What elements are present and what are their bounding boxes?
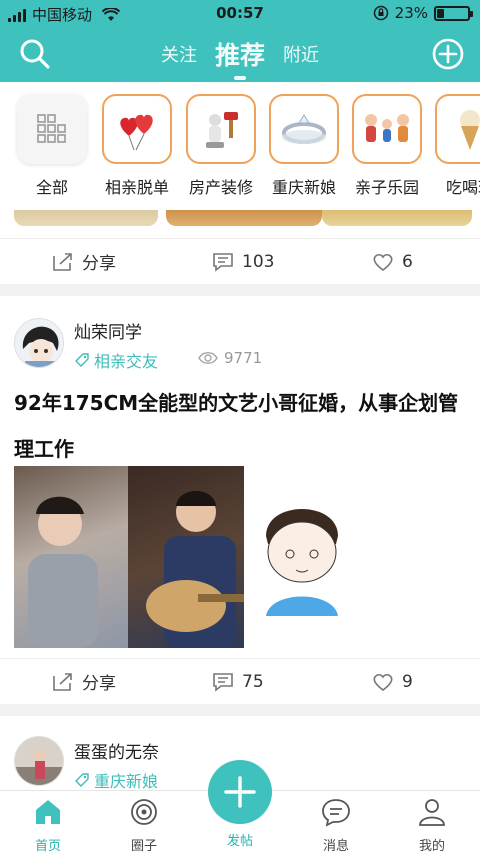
ice-cream-icon bbox=[435, 94, 480, 164]
tab-label: 消息 bbox=[322, 839, 349, 854]
topic-tag[interactable]: 重庆新娘 bbox=[74, 768, 158, 792]
comment-button[interactable]: 103 bbox=[212, 252, 274, 272]
comment-icon bbox=[213, 252, 233, 272]
home-icon bbox=[36, 800, 60, 824]
share-label: 分享 bbox=[82, 674, 116, 694]
category-label: 全部 bbox=[35, 178, 68, 197]
comment-icon bbox=[213, 672, 233, 692]
comment-count: 75 bbox=[242, 671, 264, 692]
prev-post-actions: 分享 103 6 bbox=[0, 238, 480, 284]
heart-icon bbox=[373, 673, 393, 691]
share-button[interactable]: 分享 bbox=[52, 669, 116, 694]
share-icon bbox=[53, 252, 72, 271]
author-name[interactable]: 蛋蛋的无奈 bbox=[74, 738, 159, 763]
battery-fill bbox=[437, 8, 444, 18]
category-strip: 全部 相亲脱单 房产装修 重庆新娘 亲子乐园 吃喝玩 bbox=[0, 82, 480, 210]
like-button[interactable]: 6 bbox=[372, 252, 413, 272]
tab-nearby[interactable]: 附近 bbox=[283, 41, 319, 67]
post-button[interactable] bbox=[208, 760, 272, 824]
share-button[interactable]: 分享 bbox=[52, 249, 116, 274]
tag-label: 重庆新娘 bbox=[94, 772, 159, 791]
tag-icon bbox=[75, 353, 89, 367]
orientation-lock-icon bbox=[373, 5, 388, 21]
message-icon bbox=[322, 799, 350, 827]
paint-brush-icon bbox=[186, 94, 256, 164]
hearts-balloon-icon bbox=[102, 94, 172, 164]
like-count: 6 bbox=[402, 251, 413, 272]
tab-label: 首页 bbox=[34, 839, 61, 854]
status-right: 23% bbox=[373, 4, 473, 22]
top-header: 关注 推荐 附近 bbox=[0, 28, 480, 82]
tab-home[interactable]: 首页 bbox=[0, 797, 96, 854]
plus-icon bbox=[224, 776, 256, 808]
category-food[interactable]: 吃喝玩 bbox=[430, 94, 480, 198]
post-title-line: 92年175CM全能型的文艺小哥征婚，从事企划管 bbox=[14, 391, 459, 415]
tag-icon bbox=[75, 773, 89, 787]
food-image[interactable] bbox=[322, 210, 472, 226]
share-label: 分享 bbox=[82, 254, 116, 274]
comment-count: 103 bbox=[242, 251, 275, 272]
post-photo-1[interactable] bbox=[14, 466, 128, 648]
user-icon bbox=[419, 799, 445, 826]
add-circle-icon[interactable] bbox=[432, 38, 464, 70]
category-dating[interactable]: 相亲脱单 bbox=[97, 94, 177, 198]
feed-tabs: 关注 推荐 附近 bbox=[0, 36, 480, 80]
status-bar: 中国移动 00:57 23% bbox=[0, 0, 480, 28]
family-icon bbox=[352, 94, 422, 164]
category-label: 房产装修 bbox=[188, 178, 253, 197]
tab-recommend[interactable]: 推荐 bbox=[215, 36, 265, 80]
food-image[interactable] bbox=[14, 210, 158, 226]
post-button-label[interactable]: 发帖 bbox=[208, 830, 272, 849]
category-all[interactable]: 全部 bbox=[12, 94, 92, 198]
heart-icon bbox=[373, 253, 393, 271]
tab-circle[interactable]: 圈子 bbox=[96, 797, 192, 854]
category-family[interactable]: 亲子乐园 bbox=[347, 94, 427, 198]
share-icon bbox=[53, 672, 72, 691]
author-name[interactable]: 灿荣同学 bbox=[74, 318, 142, 343]
category-label: 重庆新娘 bbox=[271, 178, 336, 197]
like-button[interactable]: 9 bbox=[372, 672, 413, 692]
category-label: 相亲脱单 bbox=[104, 178, 169, 197]
post-photo-2[interactable] bbox=[128, 466, 244, 648]
post-photo-3[interactable] bbox=[252, 486, 352, 626]
comment-button[interactable]: 75 bbox=[212, 672, 264, 692]
tab-follow[interactable]: 关注 bbox=[161, 41, 197, 67]
grid-icon bbox=[17, 94, 87, 164]
tag-label: 相亲交友 bbox=[94, 352, 159, 371]
circle-icon bbox=[131, 799, 157, 825]
food-image[interactable] bbox=[166, 210, 322, 226]
like-count: 9 bbox=[402, 671, 413, 692]
author-avatar[interactable] bbox=[14, 736, 64, 786]
tab-label: 我的 bbox=[418, 839, 445, 854]
ring-icon bbox=[269, 94, 339, 164]
category-label: 亲子乐园 bbox=[354, 178, 419, 197]
post-actions: 分享 75 9 bbox=[0, 658, 480, 704]
tab-mine[interactable]: 我的 bbox=[384, 797, 480, 854]
category-bride[interactable]: 重庆新娘 bbox=[264, 94, 344, 198]
view-number: 9771 bbox=[224, 349, 263, 367]
category-label: 吃喝玩 bbox=[445, 178, 480, 197]
prev-post-images bbox=[0, 210, 480, 240]
battery-icon bbox=[434, 5, 473, 21]
post-card[interactable]: 灿荣同学 相亲交友 9771 92年175CM全能型的文艺小哥征婚，从事企划管 … bbox=[0, 296, 480, 658]
category-renovation[interactable]: 房产装修 bbox=[181, 94, 261, 198]
tab-messages[interactable]: 消息 bbox=[288, 797, 384, 854]
topic-tag[interactable]: 相亲交友 bbox=[74, 348, 158, 372]
post-title[interactable]: 92年175CM全能型的文艺小哥征婚，从事企划管 理工作 bbox=[14, 380, 470, 472]
battery-percent: 23% bbox=[394, 4, 428, 22]
view-count: 9771 bbox=[198, 349, 262, 367]
eye-icon bbox=[198, 352, 218, 364]
author-avatar[interactable] bbox=[14, 318, 64, 368]
tab-label: 圈子 bbox=[130, 839, 157, 854]
